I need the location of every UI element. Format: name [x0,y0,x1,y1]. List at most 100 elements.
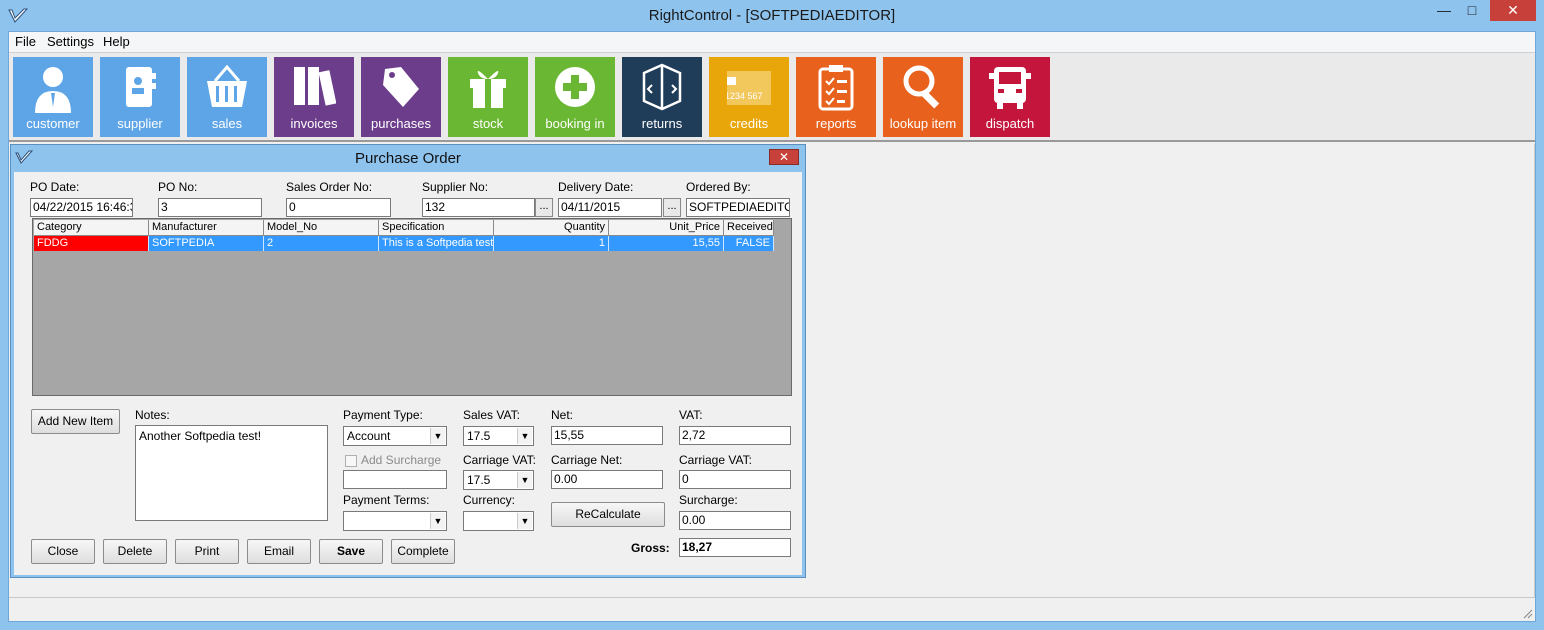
po-no-field[interactable]: 3 [158,198,262,217]
tile-label: lookup item [889,116,957,131]
vat-field[interactable]: 2,72 [679,426,791,445]
tile-reports[interactable]: reports [796,57,876,137]
tile-sales[interactable]: sales [187,57,267,137]
column-header-category[interactable]: Category [34,220,149,236]
surcharge-label: Surcharge: [679,493,738,507]
status-bar [9,597,1535,621]
purchase-order-title: Purchase Order [355,150,461,167]
menu-file[interactable]: File [15,34,36,49]
tile-label: stock [472,116,504,131]
ordered-by-field[interactable]: SOFTPEDIAEDITOR [686,198,790,217]
po-no-label: PO No: [158,180,198,194]
tile-customer[interactable]: customer [13,57,93,137]
tile-purchases[interactable]: purchases [361,57,441,137]
gift-icon [470,71,506,108]
tile-lookup-item[interactable]: lookup item [883,57,963,137]
delivery-date-field[interactable]: 04/11/2015 [558,198,662,217]
carriage-vat-rate-select[interactable]: 17.5 ▼ [463,470,534,490]
table-cell-quantity[interactable]: 1 [494,236,609,251]
column-header-manufacturer[interactable]: Manufacturer [149,220,264,236]
add-surcharge-label: Add Surcharge [361,453,442,467]
minimize-button[interactable]: — [1430,0,1458,21]
table-cell-received[interactable]: FALSE [724,236,774,251]
column-header-specification[interactable]: Specification [379,220,494,236]
email-button[interactable]: Email [247,539,311,564]
tile-dispatch[interactable]: dispatch [970,57,1050,137]
supplier-no-field[interactable]: 132 [422,198,535,217]
tile-label: reports [815,116,857,131]
order-lines-grid[interactable]: Category Manufacturer Model_No Specifica… [32,218,792,396]
tile-label: sales [211,116,243,131]
column-header-quantity[interactable]: Quantity [494,220,609,236]
surcharge-field[interactable]: 0.00 [679,511,791,530]
delivery-date-picker-button[interactable]: ... [663,198,681,217]
currency-select[interactable]: ▼ [463,511,534,531]
supplier-lookup-button[interactable]: ... [535,198,553,217]
purchase-order-form: PO Date: 04/22/2015 16:46:3 PO No: 3 Sal… [14,172,802,575]
add-surcharge-checkbox[interactable] [345,455,357,467]
surcharge-input[interactable] [343,470,447,489]
tile-label: customer [26,116,80,131]
print-button[interactable]: Print [175,539,239,564]
tile-returns[interactable]: returns [622,57,702,137]
sales-order-no-field[interactable]: 0 [286,198,391,217]
tile-credits[interactable]: 1234 567 credits [709,57,789,137]
notes-textarea[interactable]: Another Softpedia test! [135,425,328,521]
purchase-order-window: Purchase Order ✕ PO Date: 04/22/2015 16:… [10,144,806,578]
tile-label: invoices [290,116,338,131]
delete-button[interactable]: Delete [103,539,167,564]
box-icon [642,63,682,111]
payment-type-select[interactable]: Account ▼ [343,426,447,446]
tile-stock[interactable]: stock [448,57,528,137]
user-icon [35,67,71,113]
sales-vat-select[interactable]: 17.5 ▼ [463,426,534,446]
po-date-field[interactable]: 04/22/2015 16:46:3 [30,198,133,217]
clipboard-icon [818,65,854,111]
purchase-order-titlebar: Purchase Order ✕ [11,145,805,171]
card-icon: 1234 567 [727,71,771,105]
sales-vat-label: Sales VAT: [463,408,520,422]
payment-terms-select[interactable]: ▼ [343,511,447,531]
po-date-label: PO Date: [30,180,80,194]
magnifier-icon [903,65,940,109]
table-cell-category[interactable]: FDDG [34,236,149,251]
card-number: 1234 567 [727,91,763,101]
gross-field[interactable]: 18,27 [679,538,791,557]
main-client-area: File Settings Help customer supplier sal… [8,31,1536,622]
carriage-vat-rate-label: Carriage VAT: [463,453,536,467]
sales-vat-value: 17.5 [467,429,491,443]
carriage-net-field[interactable]: 0.00 [551,470,663,489]
maximize-button[interactable]: □ [1458,0,1486,21]
table-cell-manufacturer[interactable]: SOFTPEDIA [149,236,264,251]
carriage-vat-label: Carriage VAT: [679,453,752,467]
tile-label: booking in [545,116,605,131]
table-cell-specification[interactable]: This is a Softpedia test [379,236,494,251]
purchase-order-close-button[interactable]: ✕ [769,149,799,165]
close-button[interactable]: ✕ [1490,0,1536,21]
table-cell-unit-price[interactable]: 15,55 [609,236,724,251]
tile-supplier[interactable]: supplier [100,57,180,137]
carriage-vat-field[interactable]: 0 [679,470,791,489]
menu-help[interactable]: Help [103,34,130,49]
recalculate-button[interactable]: ReCalculate [551,502,665,527]
tile-label: supplier [117,116,163,131]
basket-icon [207,64,247,107]
carriage-net-label: Carriage Net: [551,453,623,467]
complete-button[interactable]: Complete [391,539,455,564]
add-new-item-button[interactable]: Add New Item [31,409,120,434]
close-order-button[interactable]: Close [31,539,95,564]
vat-label: VAT: [679,408,703,422]
column-header-model-no[interactable]: Model_No [264,220,379,236]
tile-booking-in[interactable]: booking in [535,57,615,137]
column-header-unit-price[interactable]: Unit_Price [609,220,724,236]
menu-settings[interactable]: Settings [47,34,94,49]
notes-label: Notes: [135,408,170,422]
column-header-received[interactable]: Received [724,220,774,236]
save-button[interactable]: Save [319,539,383,564]
net-field[interactable]: 15,55 [551,426,663,445]
table-cell-model-no[interactable]: 2 [264,236,379,251]
chevron-down-icon: ▼ [517,472,532,488]
resize-grip-icon[interactable] [1521,607,1533,619]
tile-label: returns [641,116,683,131]
tile-invoices[interactable]: invoices [274,57,354,137]
